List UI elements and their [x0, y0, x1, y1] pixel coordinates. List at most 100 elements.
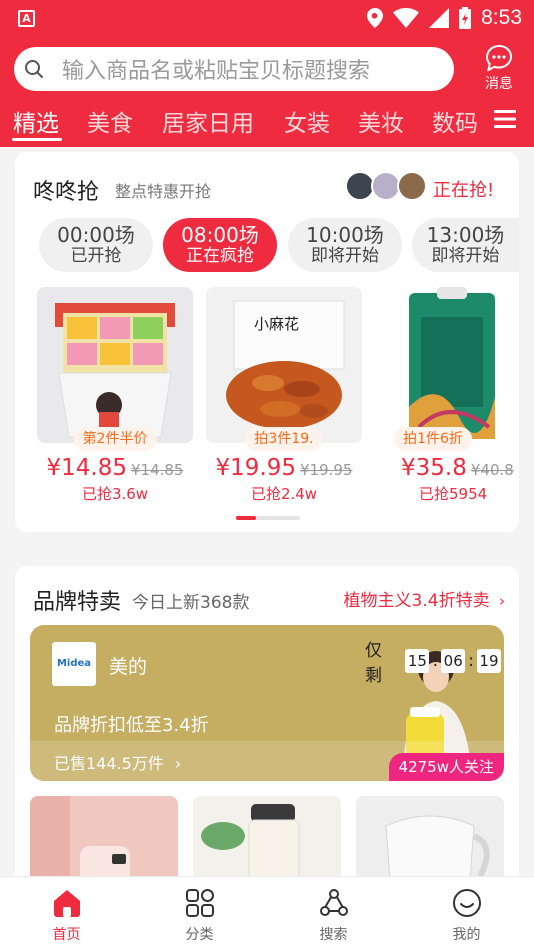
product-card[interactable]: 拍1件6折 ¥35.8 ¥40.8 已抢5954 [379, 287, 519, 504]
search-icon [25, 60, 43, 78]
product-tag: 第2件半价 [73, 427, 157, 451]
product-image [379, 287, 519, 443]
original-price: ¥19.95 [299, 461, 353, 479]
carousel-indicator-active [236, 516, 256, 520]
chat-bubble-icon [485, 44, 513, 72]
banner-sold-count: 已售144.5万件 [54, 754, 164, 773]
slot-time: 13:00场 [426, 223, 505, 247]
countdown-minutes: 06 [441, 649, 466, 673]
category-tabs: 精选 美食 居家日用 女装 美妆 数码 [0, 104, 534, 144]
avatar [397, 171, 427, 201]
grid-icon [185, 889, 214, 917]
current-price: ¥35.8 [401, 455, 467, 481]
category-tab-home[interactable]: 居家日用 [162, 104, 254, 138]
battery-icon [459, 7, 472, 29]
product-tag: 拍3件19. [245, 427, 323, 451]
slot-status: 正在疯抢 [186, 246, 254, 266]
product-image: 小麻花 [206, 287, 362, 443]
tab-search[interactable]: 搜索 [267, 877, 400, 944]
snack-bag-illustration: 小麻花 [226, 300, 345, 429]
category-tab-food[interactable]: 美食 [87, 104, 133, 138]
current-price: ¥19.95 [215, 455, 296, 481]
gift-box-illustration [55, 303, 175, 438]
tab-home[interactable]: 首页 [0, 877, 133, 944]
sold-count: 已抢3.6w [81, 485, 149, 503]
app-header: A 8:53 输入商品名或粘贴宝贝标题搜索 消息 精选 美食 居家日用 女装 美… [0, 0, 534, 147]
time-slot-1300[interactable]: 13:00场 即将开始 [412, 218, 519, 272]
brand-sale-title: 品牌特卖 [33, 590, 122, 615]
category-tab-beauty[interactable]: 美妆 [358, 104, 404, 138]
search-bar[interactable]: 输入商品名或粘贴宝贝标题搜索 [14, 47, 454, 91]
message-label: 消息 [485, 76, 513, 92]
product-price: ¥14.85 ¥14.85 [37, 455, 193, 481]
category-tab-digital[interactable]: 数码 [432, 104, 478, 138]
product-tag: 拍1件6折 [394, 427, 472, 451]
search-placeholder: 输入商品名或粘贴宝贝标题搜索 [62, 59, 371, 84]
category-tab-women[interactable]: 女装 [284, 104, 330, 138]
brand-promo-link[interactable]: 植物主义3.4折特卖 › [344, 586, 505, 611]
brand-promo-label: 植物主义3.4折特卖 [343, 591, 490, 611]
time-slot-0000[interactable]: 00:00场 已开抢 [39, 218, 153, 272]
countdown-hours: 15 [405, 649, 430, 673]
countdown-seconds: 19 [476, 649, 501, 673]
menu-icon[interactable] [494, 110, 516, 128]
location-icon [367, 8, 384, 28]
slot-time: 08:00场 [181, 223, 259, 247]
slot-status: 已开抢 [70, 246, 122, 266]
slot-status: 即将开始 [431, 246, 500, 266]
smile-face-icon [452, 889, 481, 917]
banner-brand-name: 美的 [109, 656, 148, 678]
category-tab-featured[interactable]: 精选 [13, 104, 59, 138]
flash-sale-title: 咚咚抢 [33, 180, 100, 205]
brand-banner[interactable]: Midea 美的 仅剩 15 : 06 : 19 品牌折扣低至3.4折 已售14… [30, 625, 504, 781]
active-tab-indicator [12, 138, 62, 141]
flash-sale-subtitle: 整点特惠开抢 [115, 182, 212, 201]
midea-logo: Midea [52, 642, 96, 686]
status-time: 8:53 [481, 6, 522, 29]
time-slot-1000[interactable]: 10:00场 即将开始 [288, 218, 402, 272]
status-right: 8:53 [367, 6, 522, 30]
product-price: ¥35.8 ¥40.8 [379, 455, 519, 481]
current-price: ¥14.85 [46, 455, 127, 481]
banner-sold-link[interactable]: 已售144.5万件 › [54, 750, 181, 774]
chevron-right-icon: › [499, 592, 505, 610]
chevron-right-icon: › [174, 754, 182, 773]
follow-badge[interactable]: 4275w人关注 [388, 753, 504, 781]
flash-sale-live-link[interactable]: 正在抢! [433, 176, 494, 202]
carousel-indicator [236, 516, 300, 520]
buyer-avatars [345, 171, 427, 201]
time-slot-0800[interactable]: 08:00场 正在疯抢 [163, 218, 277, 272]
wifi-icon [393, 8, 420, 28]
banner-discount-text: 品牌折扣低至3.4折 [54, 715, 209, 736]
countdown-timer: 仅剩 15 : 06 : 19 [365, 636, 504, 686]
brand-sale-subtitle: 今日上新368款 [132, 593, 250, 613]
bottom-tab-bar: 首页 分类 搜索 我的 [0, 876, 534, 950]
tab-profile[interactable]: 我的 [400, 877, 533, 944]
tab-category[interactable]: 分类 [133, 877, 266, 944]
countdown-separator: : [468, 651, 474, 671]
slot-status: 即将开始 [311, 246, 379, 266]
tab-label: 我的 [452, 927, 481, 943]
svg-text:小麻花: 小麻花 [254, 315, 299, 333]
product-image [37, 287, 193, 443]
rice-bag-illustration [409, 287, 495, 439]
slot-time: 00:00场 [57, 223, 135, 247]
sold-count: 已抢5954 [419, 485, 488, 503]
original-price: ¥14.85 [130, 461, 184, 479]
slot-time: 10:00场 [306, 223, 384, 247]
tab-label: 搜索 [319, 927, 348, 943]
original-price: ¥40.8 [470, 461, 514, 479]
tab-label: 首页 [52, 927, 81, 943]
product-card[interactable]: 第2件半价 ¥14.85 ¥14.85 已抢3.6w [37, 287, 193, 504]
search-nodes-icon [319, 889, 348, 916]
sold-count: 已抢2.4w [250, 485, 318, 503]
app-notification-icon: A [18, 10, 35, 27]
product-price: ¥19.95 ¥19.95 [206, 455, 362, 481]
signal-icon [429, 8, 450, 28]
message-button[interactable]: 消息 [478, 44, 520, 93]
countdown-label: 仅剩 [365, 641, 382, 686]
home-icon [53, 890, 80, 917]
product-card[interactable]: 小麻花 拍3件19. ¥19.95 ¥19.95 已抢2.4w [206, 287, 362, 504]
tab-label: 分类 [185, 927, 214, 943]
flash-sale-card: 咚咚抢 整点特惠开抢 正在抢! 00:00场 已开抢 08:00场 正在疯抢 1… [15, 152, 519, 532]
